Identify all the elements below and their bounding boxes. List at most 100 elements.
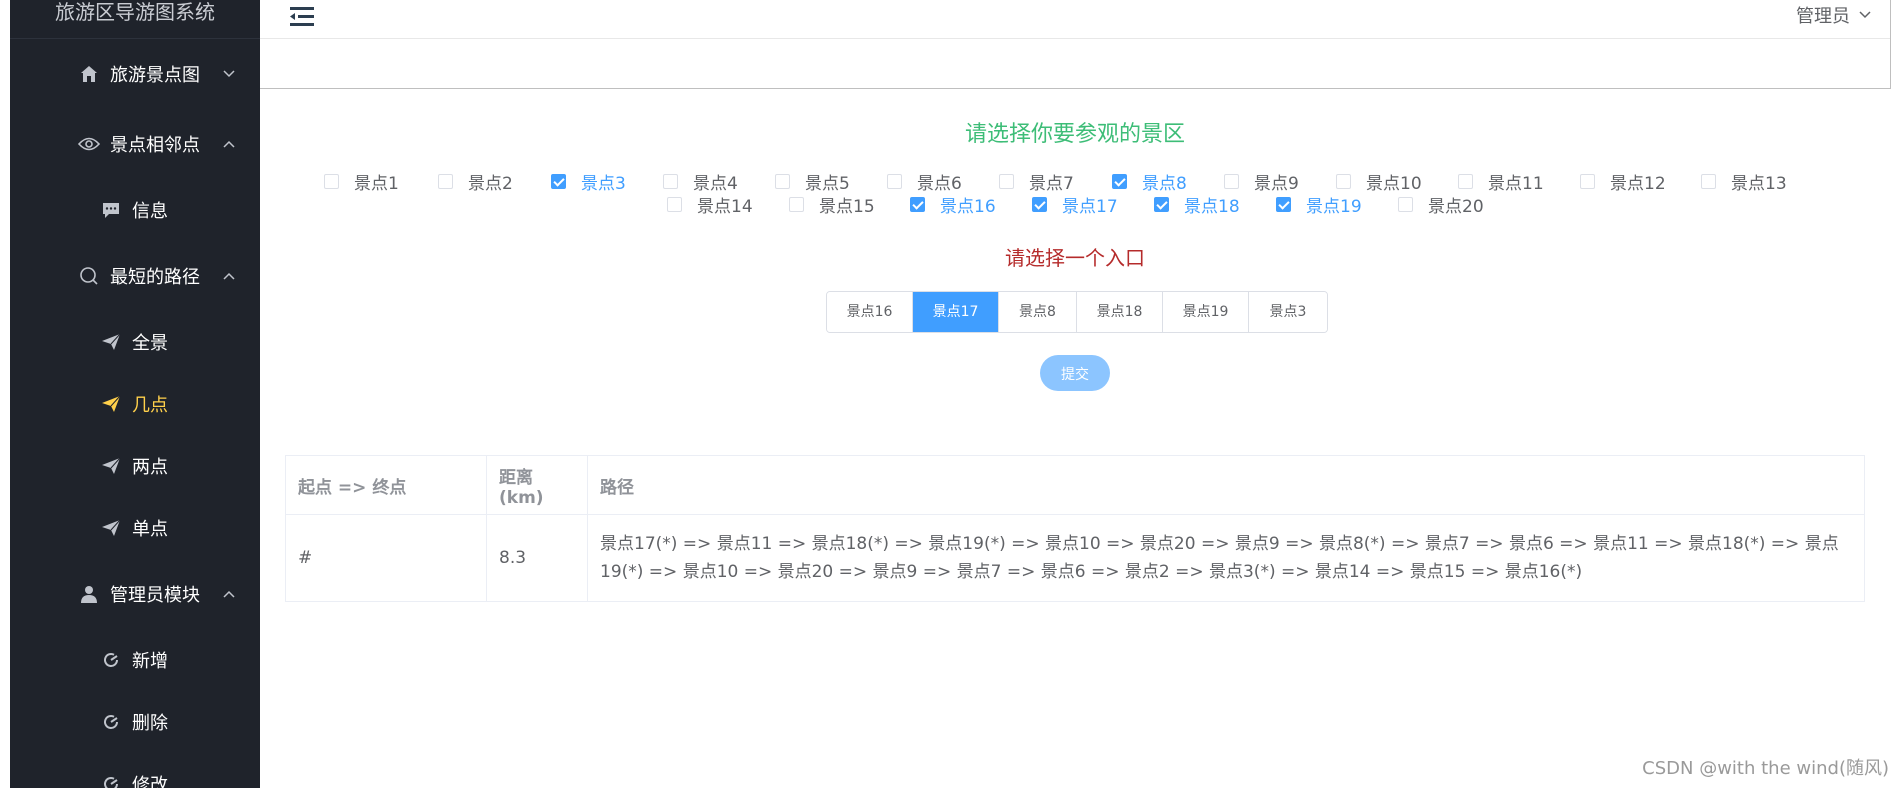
table-cell: 8.3 <box>486 514 588 602</box>
entry-radio-group: 景点16 景点17 景点8 景点18 景点19 景点3 <box>826 291 1328 333</box>
send-icon <box>100 331 122 353</box>
checkbox[interactable] <box>789 197 804 212</box>
entry-option-3[interactable]: 景点3 <box>1249 292 1327 332</box>
select-spots-title: 请选择你要参观的景区 <box>964 122 1185 147</box>
left-edge <box>0 0 10 788</box>
sidebar-item-label: 最短的路径 <box>110 267 200 288</box>
sidebar-item-edit[interactable]: 修改 <box>10 753 260 788</box>
entry-option-16[interactable]: 景点16 <box>827 292 913 332</box>
entry-option-8[interactable]: 景点8 <box>999 292 1077 332</box>
search-icon <box>78 265 100 287</box>
checkbox[interactable] <box>1112 174 1127 189</box>
submit-button[interactable]: 提交 <box>1040 355 1110 391</box>
checkbox[interactable] <box>999 174 1014 189</box>
checkbox[interactable] <box>663 174 678 189</box>
spot-checkbox-18[interactable]: 景点18 <box>1154 192 1240 217</box>
column-header: 路径 <box>587 455 1865 515</box>
watermark: CSDN @with the wind(随风) <box>1642 758 1889 779</box>
checkbox[interactable] <box>1276 197 1291 212</box>
checkbox[interactable] <box>1701 174 1716 189</box>
spot-checkbox-10[interactable]: 景点10 <box>1336 169 1422 194</box>
spot-checkbox-16[interactable]: 景点16 <box>910 192 996 217</box>
sidebar-item-delete[interactable]: 删除 <box>10 691 260 753</box>
spot-checkbox-6[interactable]: 景点6 <box>887 169 962 194</box>
spot-checkbox-2[interactable]: 景点2 <box>438 169 513 194</box>
checkbox[interactable] <box>1580 174 1595 189</box>
refresh-icon <box>100 649 122 671</box>
chevron-up-icon <box>223 272 235 280</box>
entry-option-18[interactable]: 景点18 <box>1077 292 1163 332</box>
spot-checkbox-1[interactable]: 景点1 <box>324 169 399 194</box>
header: 管理员 <box>260 0 1891 89</box>
home-icon <box>78 63 100 85</box>
sidebar-item-panorama[interactable]: 全景 <box>10 311 260 373</box>
spot-checkbox-19[interactable]: 景点19 <box>1276 192 1362 217</box>
refresh-icon <box>100 773 122 788</box>
checkbox[interactable] <box>1224 174 1239 189</box>
spot-checkbox-12[interactable]: 景点12 <box>1580 169 1666 194</box>
checkbox[interactable] <box>910 197 925 212</box>
sidebar-item-two-points[interactable]: 两点 <box>10 435 260 497</box>
chevron-down-icon <box>1859 11 1871 19</box>
sidebar-item-admin-module[interactable]: 管理员模块 <box>10 559 260 629</box>
spot-checkbox-9[interactable]: 景点9 <box>1224 169 1299 194</box>
checkbox[interactable] <box>324 174 339 189</box>
refresh-icon <box>100 711 122 733</box>
checkbox[interactable] <box>1032 197 1047 212</box>
spot-checkbox-5[interactable]: 景点5 <box>775 169 850 194</box>
checkbox[interactable] <box>775 174 790 189</box>
sidebar-item-label: 删除 <box>132 713 168 734</box>
column-header: 距离(km) <box>486 455 588 515</box>
spot-checkbox-17[interactable]: 景点17 <box>1032 192 1118 217</box>
checkbox[interactable] <box>1398 197 1413 212</box>
chevron-up-icon <box>223 140 235 148</box>
spot-checkbox-3[interactable]: 景点3 <box>551 169 626 194</box>
sidebar-item-adjacent[interactable]: 景点相邻点 <box>10 109 260 179</box>
sidebar-item-add[interactable]: 新增 <box>10 629 260 691</box>
chevron-up-icon <box>223 590 235 598</box>
entry-option-17[interactable]: 景点17 <box>913 292 999 332</box>
send-icon <box>100 517 122 539</box>
sidebar-item-label: 景点相邻点 <box>110 135 200 156</box>
sidebar-item-label: 修改 <box>132 775 168 788</box>
sidebar-item-label: 管理员模块 <box>110 585 200 606</box>
sidebar-item-tour-map[interactable]: 旅游景点图 <box>10 39 260 109</box>
send-icon <box>100 393 122 415</box>
sidebar-item-info[interactable]: 信息 <box>10 179 260 241</box>
checkbox[interactable] <box>1154 197 1169 212</box>
sidebar-item-shortest-path[interactable]: 最短的路径 <box>10 241 260 311</box>
entry-option-19[interactable]: 景点19 <box>1163 292 1249 332</box>
spot-checkbox-8[interactable]: 景点8 <box>1112 169 1187 194</box>
header-divider <box>260 38 1890 39</box>
sidebar-item-single-point[interactable]: 单点 <box>10 497 260 559</box>
spot-checkbox-13[interactable]: 景点13 <box>1701 169 1787 194</box>
user-icon <box>78 583 100 605</box>
table-cell: 景点17(*) => 景点11 => 景点18(*) => 景点19(*) =>… <box>587 514 1865 602</box>
result-table: 起点 => 终点 距离(km) 路径 # 8.3 景点17(*) => 景点11… <box>285 455 1865 602</box>
sidebar-item-label: 新增 <box>132 651 168 672</box>
spot-checkbox-11[interactable]: 景点11 <box>1458 169 1544 194</box>
sidebar-item-label: 旅游景点图 <box>110 65 200 86</box>
spot-checkbox-7[interactable]: 景点7 <box>999 169 1074 194</box>
sidebar-item-label: 单点 <box>132 519 168 540</box>
user-name: 管理员 <box>1796 6 1850 27</box>
send-icon <box>100 455 122 477</box>
checkbox[interactable] <box>887 174 902 189</box>
table-cell: # <box>285 514 487 602</box>
checkbox[interactable] <box>1458 174 1473 189</box>
spot-checkbox-20[interactable]: 景点20 <box>1398 192 1484 217</box>
menu-fold-icon[interactable] <box>289 4 315 30</box>
checkbox[interactable] <box>438 174 453 189</box>
table-header-row: 起点 => 终点 距离(km) 路径 <box>285 455 1865 515</box>
chevron-down-icon <box>223 70 235 78</box>
user-dropdown[interactable]: 管理员 <box>1796 2 1872 28</box>
sidebar-item-several-points[interactable]: 几点 <box>10 373 260 435</box>
spot-checkbox-14[interactable]: 景点14 <box>667 192 753 217</box>
sidebar-item-label: 两点 <box>132 457 168 478</box>
checkbox[interactable] <box>1336 174 1351 189</box>
checkbox[interactable] <box>667 197 682 212</box>
checkbox[interactable] <box>551 174 566 189</box>
spot-checkbox-4[interactable]: 景点4 <box>663 169 738 194</box>
spot-checkbox-15[interactable]: 景点15 <box>789 192 875 217</box>
column-header: 起点 => 终点 <box>285 455 487 515</box>
